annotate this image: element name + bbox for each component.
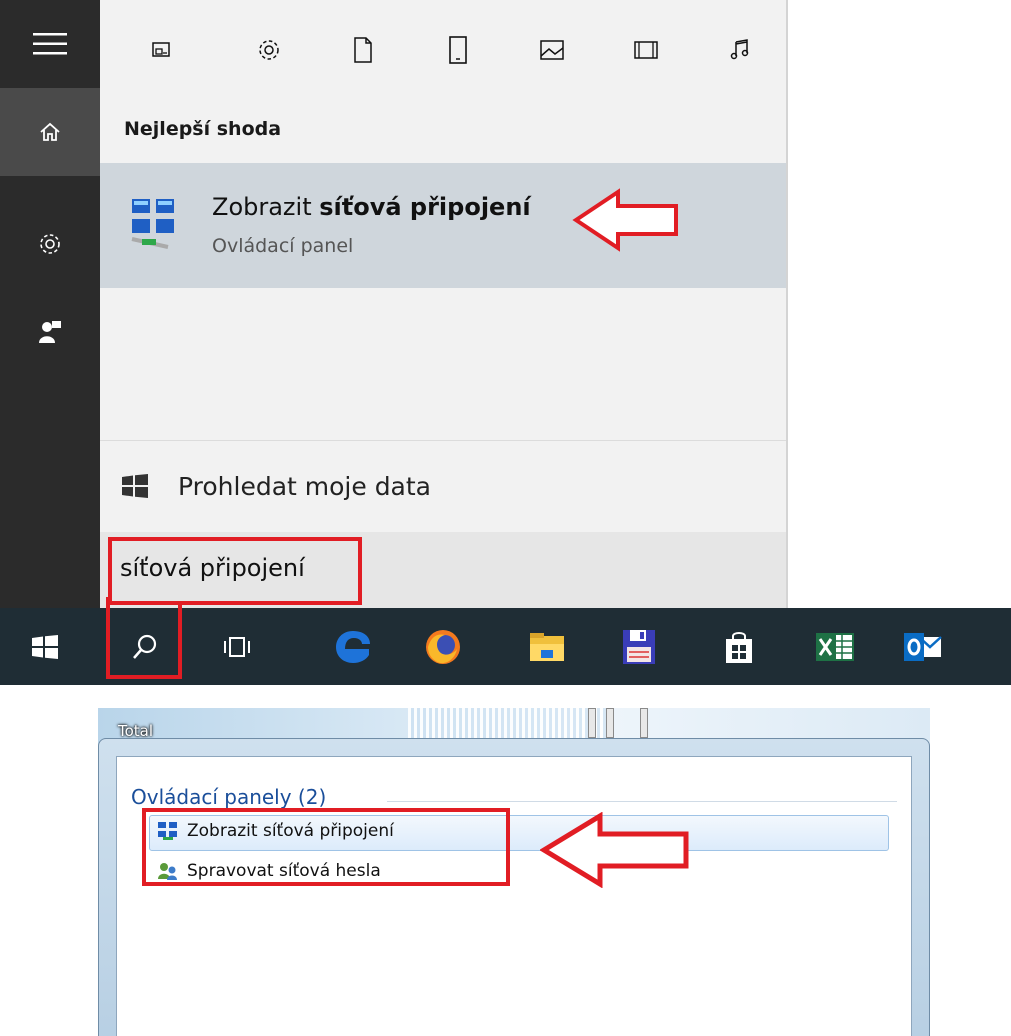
- best-match-result[interactable]: Zobrazit síťová připojení Ovládací panel: [100, 163, 788, 288]
- videos-icon: [634, 41, 659, 59]
- best-match-subtitle: Ovládací panel: [212, 235, 354, 257]
- annotation-box-search-button: [106, 601, 182, 679]
- filter-documents[interactable]: [316, 37, 410, 63]
- search-my-data-button[interactable]: Prohledat moje data: [100, 442, 788, 532]
- taskbar-outlook[interactable]: [878, 608, 968, 685]
- music-icon: [730, 39, 749, 60]
- annotation-arrow-top: [572, 188, 678, 252]
- taskbar-excel[interactable]: [790, 608, 880, 685]
- floppy-disk-icon: [623, 629, 655, 664]
- best-match-title: Zobrazit síťová připojení: [212, 193, 531, 221]
- edge-browser-icon: [336, 630, 370, 663]
- excel-icon: [816, 632, 854, 661]
- tablet-icon: [448, 36, 467, 64]
- filter-music[interactable]: [694, 38, 788, 62]
- task-view-button[interactable]: [192, 608, 282, 685]
- documents-icon: [354, 37, 373, 63]
- start-menu-rail: [0, 0, 100, 608]
- panel-edge: [786, 0, 788, 608]
- taskbar-firefox[interactable]: [398, 608, 488, 685]
- search-results-panel: Nejlepší shoda Zobrazit síťová připojení…: [100, 0, 788, 608]
- taskbar-file-explorer[interactable]: [502, 608, 592, 685]
- folder-icon: [530, 632, 564, 661]
- filter-apps[interactable]: [100, 39, 222, 61]
- divider: [100, 440, 788, 441]
- search-filter-bar: [100, 0, 788, 100]
- network-connections-icon: [131, 199, 174, 249]
- filter-settings[interactable]: [222, 38, 316, 62]
- hamburger-menu-button[interactable]: [0, 0, 100, 88]
- annotation-box-link: [106, 597, 180, 605]
- apps-icon: [152, 42, 170, 57]
- category-divider: [387, 801, 897, 802]
- filter-videos[interactable]: [599, 40, 693, 60]
- filter-tablet[interactable]: [411, 36, 505, 64]
- outlook-icon: [904, 632, 942, 661]
- home-icon: [40, 122, 60, 141]
- filter-photos[interactable]: [505, 39, 599, 61]
- annotation-box-win7-result: [142, 808, 510, 886]
- feedback-icon: [39, 321, 61, 343]
- taskbar-store[interactable]: [694, 608, 784, 685]
- windows-logo-icon: [122, 474, 148, 498]
- gear-icon: [40, 234, 60, 254]
- settings-button[interactable]: [0, 200, 100, 288]
- taskbar-edge[interactable]: [308, 608, 398, 685]
- search-my-data-label: Prohledat moje data: [178, 472, 432, 501]
- hamburger-icon: [33, 33, 67, 55]
- settings-icon: [259, 40, 279, 60]
- store-bag-icon: [726, 631, 752, 663]
- task-view-icon: [224, 636, 250, 657]
- annotation-box-query: [108, 537, 362, 605]
- start-button[interactable]: [0, 608, 90, 685]
- best-match-heading: Nejlepší shoda: [124, 118, 282, 140]
- firefox-icon: [426, 629, 460, 664]
- windows-logo-icon: [32, 634, 58, 659]
- home-button[interactable]: [0, 88, 100, 176]
- win7-results-list: Ovládací panely (2) Zobrazit síťová přip…: [116, 756, 912, 1036]
- taskbar-save-app[interactable]: [594, 608, 684, 685]
- feedback-button[interactable]: [0, 288, 100, 376]
- category-heading[interactable]: Ovládací panely (2): [131, 785, 326, 809]
- photos-icon: [540, 40, 564, 60]
- desktop-window-edges: [588, 708, 658, 738]
- annotation-arrow-bottom: [540, 812, 689, 888]
